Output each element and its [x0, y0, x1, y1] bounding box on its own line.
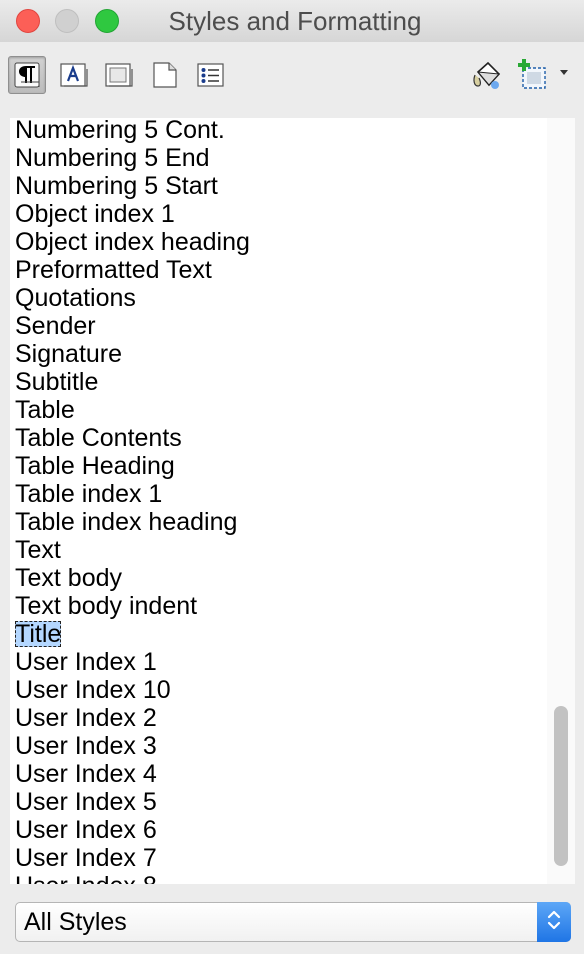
style-list-item[interactable]: Table Contents [15, 424, 182, 452]
style-list-item[interactable]: Text body indent [15, 592, 197, 620]
style-list-item[interactable]: Numbering 5 Start [15, 172, 218, 200]
style-list-item[interactable]: User Index 6 [15, 816, 157, 844]
zoom-window-button[interactable] [95, 9, 119, 33]
style-list-item[interactable]: Table [15, 396, 75, 424]
character-styles-icon [58, 60, 90, 90]
style-list-item[interactable]: User Index 8 [15, 872, 157, 884]
style-list-item[interactable]: Text [15, 536, 61, 564]
fill-format-mode-button[interactable] [468, 56, 506, 94]
title-bar[interactable]: Styles and Formatting [0, 0, 584, 42]
style-list-item[interactable]: User Index 1 [15, 648, 157, 676]
style-list-item[interactable]: Table Heading [15, 452, 175, 480]
styles-list[interactable]: Numbering 5 Cont. Numbering 5 End Numberin… [10, 118, 547, 884]
style-list-item[interactable]: Numbering 5 Cont. [15, 118, 225, 144]
style-list-item[interactable]: Title [14, 620, 62, 648]
style-list-item[interactable]: Object index 1 [15, 200, 175, 228]
chevron-down-icon[interactable] [560, 70, 568, 75]
new-style-button[interactable] [514, 56, 552, 94]
minimize-window-button[interactable] [55, 9, 79, 33]
styles-window: Styles and Formatting Numbering 5 Cont. … [0, 0, 584, 954]
style-list-item[interactable]: Quotations [15, 284, 136, 312]
style-list-item[interactable]: Numbering 5 End [15, 144, 210, 172]
character-styles-button[interactable] [55, 56, 93, 94]
style-list-item[interactable]: Object index heading [15, 228, 250, 256]
style-list-item[interactable]: Sender [15, 312, 96, 340]
paragraph-styles-button[interactable] [8, 56, 46, 94]
page-styles-icon [149, 60, 181, 90]
frame-styles-button[interactable] [100, 56, 138, 94]
style-list-item[interactable]: User Index 7 [15, 844, 157, 872]
list-styles-icon [195, 60, 227, 90]
scrollbar-thumb[interactable] [554, 706, 568, 866]
up-down-chevron-icon [547, 908, 561, 937]
style-list-item[interactable]: Preformatted Text [15, 256, 212, 284]
window-title: Styles and Formatting [168, 6, 422, 36]
list-styles-button[interactable] [192, 56, 230, 94]
style-list-item[interactable]: User Index 2 [15, 704, 157, 732]
style-list-item[interactable]: User Index 4 [15, 760, 157, 788]
paragraph-styles-icon [14, 62, 40, 88]
style-list-item[interactable]: Table index heading [15, 508, 237, 536]
style-list-item[interactable]: User Index 10 [15, 676, 171, 704]
style-list-item[interactable]: Subtitle [15, 368, 98, 396]
close-window-button[interactable] [16, 9, 40, 33]
style-filter-value: All Styles [24, 908, 127, 936]
new-style-from-selection-icon [516, 58, 550, 92]
style-list-item[interactable]: Table index 1 [15, 480, 162, 508]
style-list-item[interactable]: User Index 5 [15, 788, 157, 816]
page-styles-button[interactable] [146, 56, 184, 94]
style-list-item[interactable]: Signature [15, 340, 122, 368]
style-list-item[interactable]: User Index 3 [15, 732, 157, 760]
select-stepper-button[interactable] [537, 902, 571, 942]
fill-format-mode-icon [470, 58, 504, 92]
style-filter-select[interactable]: All Styles [15, 902, 571, 942]
style-list-item[interactable]: Text body [15, 564, 122, 592]
style-list-item-label: Title [15, 620, 62, 648]
frame-styles-icon [103, 60, 135, 90]
